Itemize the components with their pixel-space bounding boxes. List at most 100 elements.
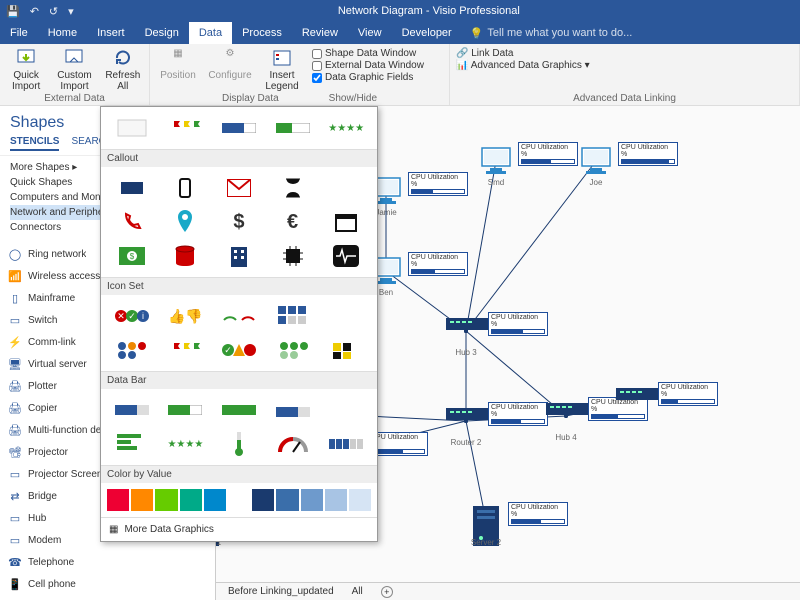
databar-stars[interactable]: ★★★★ xyxy=(161,429,211,459)
data-graphic-fields-check[interactable]: Data Graphic Fields xyxy=(312,72,424,83)
shape-label: Plotter xyxy=(28,381,57,392)
shape-label: Hub xyxy=(28,513,46,524)
svg-text:✕: ✕ xyxy=(117,311,125,321)
iconset-xvi[interactable]: ✕✓i xyxy=(107,301,157,331)
iconset-pies[interactable] xyxy=(107,335,157,365)
dg-bar1[interactable] xyxy=(214,113,264,143)
databar-3[interactable] xyxy=(214,395,264,425)
callout-chip-icon[interactable] xyxy=(268,241,318,271)
tell-me-search[interactable]: 💡Tell me what you want to do... xyxy=(462,22,641,44)
iconset-wifi[interactable] xyxy=(214,301,264,331)
callout-calendar-icon[interactable] xyxy=(321,207,371,237)
callout-euro-icon[interactable]: € xyxy=(268,207,318,237)
dg-stars[interactable]: ★★★★ xyxy=(321,113,371,143)
position-button[interactable]: ▦ Position xyxy=(156,46,200,81)
svg-text:✓: ✓ xyxy=(224,345,232,355)
tab-data[interactable]: Data xyxy=(189,22,232,44)
callout-text[interactable] xyxy=(107,173,157,203)
iconset-signs[interactable]: ✓ xyxy=(214,335,264,365)
external-data-window-check[interactable]: External Data Window xyxy=(312,60,424,71)
dg-section-databar: Data Bar xyxy=(101,371,377,389)
node-smd[interactable]: Smd xyxy=(476,146,516,187)
iconset-dots-g[interactable] xyxy=(268,335,318,365)
node-server2[interactable]: Server 2 xyxy=(466,506,506,547)
node-hub3[interactable]: Hub 3 xyxy=(446,316,486,357)
callout-hourglass-icon[interactable] xyxy=(268,173,318,203)
tab-file[interactable]: File xyxy=(0,22,38,44)
databar-multi[interactable] xyxy=(107,429,157,459)
shape-label: Virtual server xyxy=(28,359,87,370)
iconset-squares[interactable] xyxy=(268,301,318,331)
projscreen-icon: ▭ xyxy=(6,466,24,482)
databar-seg[interactable] xyxy=(321,429,371,459)
dg-bar2[interactable] xyxy=(268,113,318,143)
quick-access-toolbar: 💾 ↶ ↺ ▾ xyxy=(6,5,74,18)
databar-4[interactable] xyxy=(268,395,318,425)
more-data-graphics[interactable]: ▦ More Data Graphics xyxy=(101,517,377,541)
callout-database-icon[interactable] xyxy=(161,241,211,271)
callout-router2: CPU Utilization % xyxy=(488,402,548,426)
callout-phone-icon[interactable] xyxy=(161,173,211,203)
add-sheet-button[interactable]: + xyxy=(381,586,393,598)
filter-all[interactable]: All xyxy=(352,586,363,597)
insert-legend-button[interactable]: Insert Legend xyxy=(260,46,304,92)
tab-developer[interactable]: Developer xyxy=(392,22,462,44)
ribbon-group-label: External Data xyxy=(6,92,143,105)
redo-icon[interactable]: ↺ xyxy=(49,5,58,18)
tab-review[interactable]: Review xyxy=(292,22,348,44)
tab-home[interactable]: Home xyxy=(38,22,87,44)
callout-money-icon[interactable]: $ xyxy=(107,241,157,271)
databar-1[interactable] xyxy=(107,395,157,425)
shape-label: Copier xyxy=(28,403,57,414)
svg-text:✓: ✓ xyxy=(128,311,136,321)
node-joe[interactable]: Joe xyxy=(576,146,616,187)
undo-icon[interactable]: ↶ xyxy=(30,5,39,18)
iconset-flags[interactable] xyxy=(161,335,211,365)
tab-insert[interactable]: Insert xyxy=(87,22,135,44)
shape-cell[interactable]: 📱Cell phone xyxy=(6,573,209,595)
custom-import-button[interactable]: Custom Import xyxy=(54,46,94,92)
node-label: Router 2 xyxy=(446,438,486,447)
iconset-thumbs[interactable]: 👍👎 xyxy=(161,301,211,331)
commlink-icon: ⚡ xyxy=(6,334,24,350)
tab-process[interactable]: Process xyxy=(232,22,292,44)
sheet-tab[interactable]: Before Linking_updated xyxy=(228,586,334,597)
cbv-swatches[interactable] xyxy=(101,483,377,517)
qat-dropdown-icon[interactable]: ▾ xyxy=(68,5,74,18)
callout-dollar-icon[interactable]: $ xyxy=(214,207,264,237)
phone-icon: ☎ xyxy=(6,554,24,570)
quick-import-icon xyxy=(16,48,36,68)
stencils-tab[interactable]: STENCILS xyxy=(10,136,59,151)
configure-button[interactable]: ⚙ Configure xyxy=(208,46,252,81)
dg-none[interactable] xyxy=(107,113,157,143)
callout-pin-icon[interactable] xyxy=(161,207,211,237)
refresh-icon xyxy=(113,48,133,68)
bridge-icon: ⇄ xyxy=(6,488,24,504)
databar-2[interactable] xyxy=(161,395,211,425)
node-hub5[interactable] xyxy=(616,386,656,418)
ribbon: Quick Import Custom Import Refresh All E… xyxy=(0,44,800,106)
tab-design[interactable]: Design xyxy=(135,22,189,44)
callout-phone2-icon[interactable] xyxy=(107,207,157,237)
callout-building-icon[interactable] xyxy=(214,241,264,271)
quick-import-button[interactable]: Quick Import xyxy=(6,46,46,92)
refresh-all-button[interactable]: Refresh All xyxy=(103,46,143,92)
advanced-data-graphics-button[interactable]: 📊 Advanced Data Graphics ▾ xyxy=(456,60,590,71)
shape-data-window-check[interactable]: Shape Data Window xyxy=(312,48,424,59)
databar-gauge[interactable] xyxy=(268,429,318,459)
callout-mail-icon[interactable] xyxy=(214,173,264,203)
dg-section-cbv: Color by Value xyxy=(101,465,377,483)
shape-phone[interactable]: ☎ Telephone xyxy=(6,551,209,573)
node-hub4[interactable]: Hub 4 xyxy=(546,401,586,442)
shape-label: Telephone xyxy=(28,557,74,568)
iconset-dots-k[interactable] xyxy=(321,335,371,365)
link-data-button[interactable]: 🔗 Link Data xyxy=(456,48,590,59)
dg-flags[interactable] xyxy=(161,113,211,143)
node-router2[interactable]: Router 2 xyxy=(446,406,486,447)
ap-icon: 📶 xyxy=(6,268,24,284)
databar-therm[interactable] xyxy=(214,429,264,459)
save-icon[interactable]: 💾 xyxy=(6,5,20,18)
tab-view[interactable]: View xyxy=(348,22,392,44)
callout-pulse-icon[interactable] xyxy=(321,241,371,271)
callout-smd: CPU Utilization % xyxy=(518,142,578,166)
